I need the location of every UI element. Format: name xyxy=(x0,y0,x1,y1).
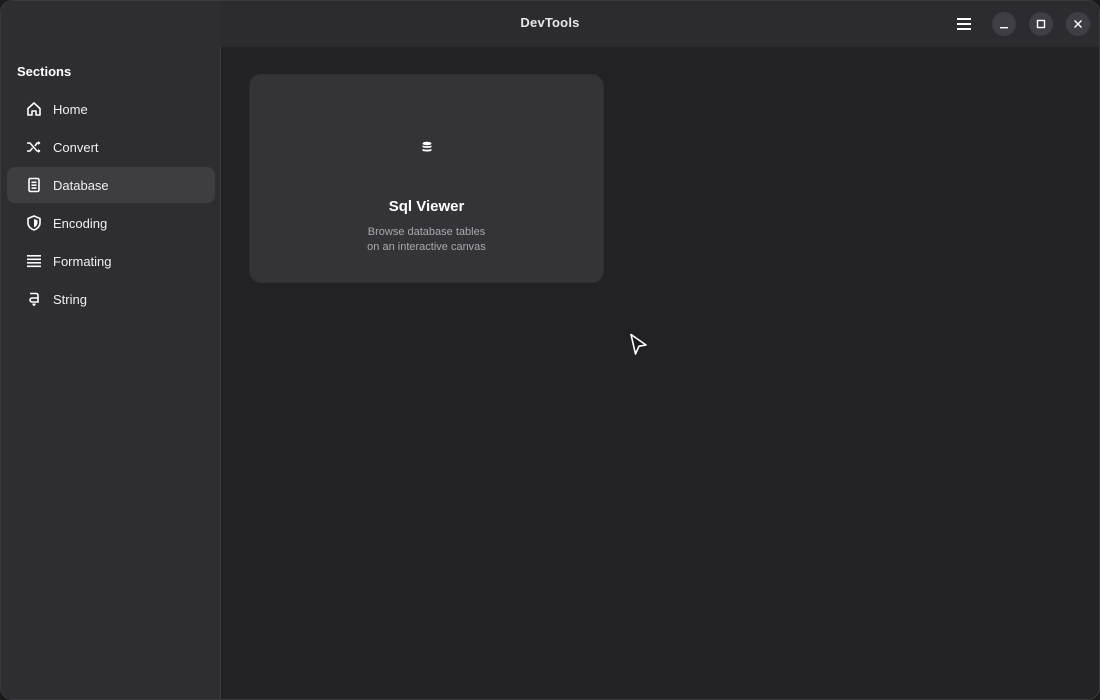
sidebar-title: Sections xyxy=(17,64,72,79)
tool-card-description-line: Browse database tables xyxy=(367,226,486,238)
tool-card-description: Browse database tables on an interactive… xyxy=(250,225,603,255)
close-icon xyxy=(1074,20,1082,28)
sidebar-item-label: String xyxy=(53,291,87,307)
app-window: DevTools Sections Home Convert Database … xyxy=(0,0,1100,700)
database-icon xyxy=(419,139,435,155)
sidebar-item-formating[interactable]: Formating xyxy=(7,243,215,279)
sidebar-item-home[interactable]: Home xyxy=(7,91,215,127)
sidebar-nav: Home Convert Database Encoding Formating… xyxy=(7,91,215,319)
shuffle-icon xyxy=(25,138,43,156)
sidebar-item-label: Encoding xyxy=(53,215,108,231)
minimize-icon xyxy=(1000,27,1008,29)
sidebar-item-convert[interactable]: Convert xyxy=(7,129,215,165)
tool-card-description-line: on an interactive canvas xyxy=(367,241,486,253)
minimize-button[interactable] xyxy=(992,12,1016,36)
home-icon xyxy=(25,100,43,118)
sidebar-item-label: Convert xyxy=(53,139,99,155)
sidebar-item-label: Home xyxy=(53,101,88,117)
mouse-pointer-icon xyxy=(630,333,647,355)
window-title: DevTools xyxy=(520,15,580,30)
sidebar-item-encoding[interactable]: Encoding xyxy=(7,205,215,241)
sidebar-item-label: Formating xyxy=(53,253,112,269)
main-content: Sql Viewer Browse database tables on an … xyxy=(221,47,1099,699)
shield-icon xyxy=(25,214,43,232)
main-menu-button[interactable] xyxy=(951,13,977,35)
header-bar: DevTools xyxy=(1,1,1099,47)
tool-card-title: Sql Viewer xyxy=(388,198,465,215)
sidebar: Sections Home Convert Database Encoding … xyxy=(1,47,221,699)
tool-card-sql-viewer[interactable]: Sql Viewer Browse database tables on an … xyxy=(249,74,604,283)
sidebar-item-database[interactable]: Database xyxy=(7,167,215,203)
maximize-icon xyxy=(1036,19,1046,29)
hamburger-menu-icon xyxy=(957,18,971,30)
database-icon xyxy=(25,176,43,194)
text-icon xyxy=(25,290,43,308)
maximize-button[interactable] xyxy=(1029,12,1053,36)
sidebar-item-string[interactable]: String xyxy=(7,281,215,317)
lines-icon xyxy=(25,252,43,270)
close-button[interactable] xyxy=(1066,12,1090,36)
sidebar-item-label: Database xyxy=(53,177,109,193)
